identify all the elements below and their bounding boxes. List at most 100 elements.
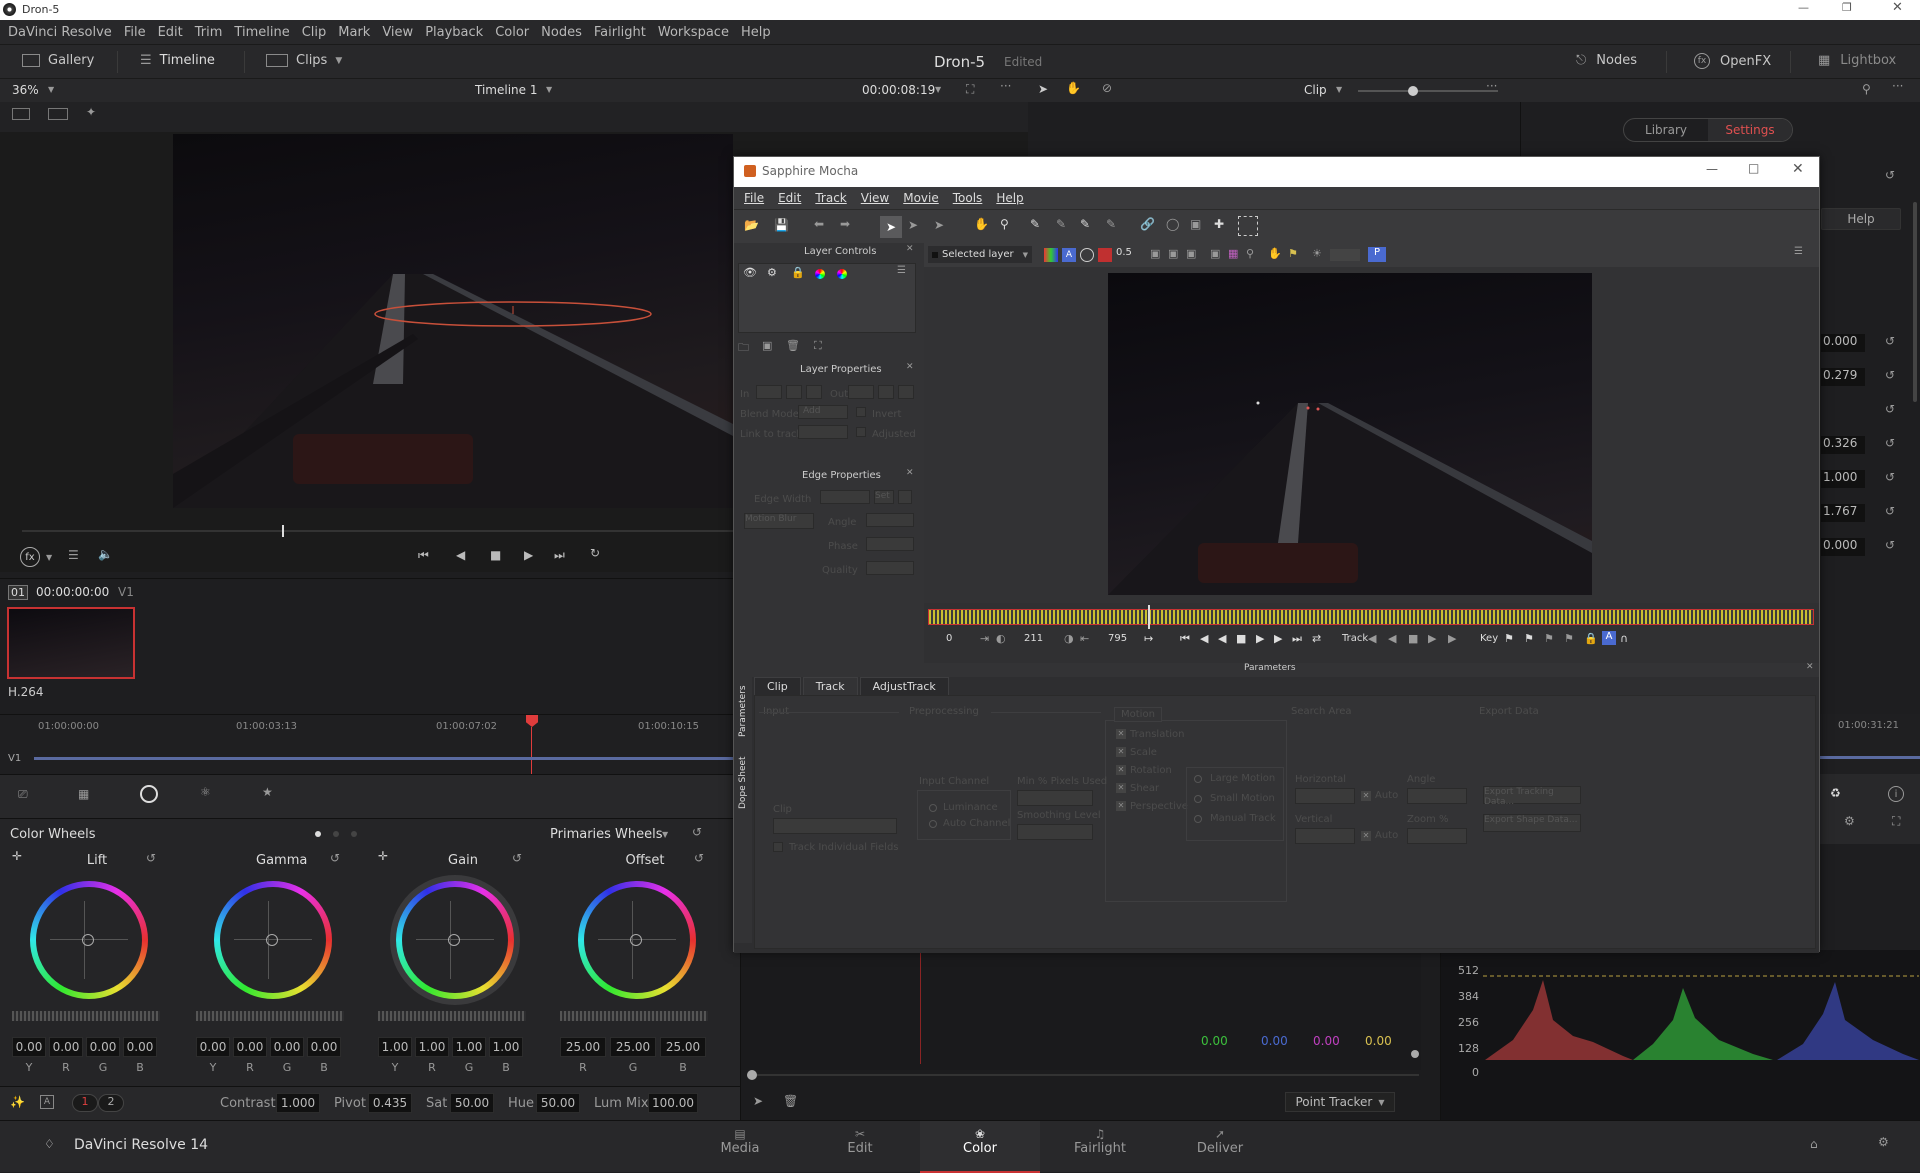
menu-item-trim[interactable]: Trim	[195, 25, 223, 40]
wheel-offset-field-1[interactable]: 25.00	[610, 1037, 656, 1057]
key-add-icon[interactable]: ⚑	[1524, 632, 1534, 645]
min-pixels-field[interactable]	[1017, 790, 1093, 806]
invert-checkbox[interactable]	[856, 407, 866, 417]
restore-button[interactable]: ❐	[1842, 1, 1852, 14]
in-set-button[interactable]	[786, 385, 802, 399]
bezier-icon[interactable]: ✎	[1080, 217, 1090, 231]
vertical-auto-checkbox[interactable]: ✕	[1361, 831, 1371, 841]
vertical-field[interactable]	[1295, 828, 1355, 844]
layer-expand-icon[interactable]: ⛶	[814, 339, 822, 353]
openfx-button[interactable]: fx OpenFX	[1694, 53, 1771, 69]
page-dot-active[interactable]	[315, 831, 321, 837]
frame-current[interactable]: 211	[1024, 633, 1043, 644]
save-icon[interactable]: 💾	[774, 218, 789, 232]
loop-icon[interactable]: ↻	[590, 546, 600, 560]
mocha-stop-icon[interactable]: ■	[1236, 632, 1246, 645]
wheel-gain-field-0[interactable]: 1.00	[378, 1037, 412, 1057]
mocha-menu-track[interactable]: Track	[815, 191, 846, 205]
layer-properties-close-icon[interactable]: ✕	[906, 362, 914, 372]
gallery-button[interactable]: Gallery	[22, 53, 94, 68]
menu-item-mark[interactable]: Mark	[338, 25, 370, 40]
eye-icon[interactable]: 👁	[743, 266, 757, 279]
volume-icon[interactable]: 🔈	[98, 547, 113, 561]
lum-mix-field[interactable]: 100.00	[648, 1093, 698, 1113]
mocha-prev-icon[interactable]: ◀	[1200, 632, 1208, 645]
motion-effects-icon[interactable]: ★	[262, 785, 273, 799]
mocha-minimize-button[interactable]: —	[1706, 162, 1718, 176]
wheel-offset-field-2[interactable]: 25.00	[660, 1037, 706, 1057]
page-dot-2[interactable]	[351, 831, 357, 837]
brightness-slider[interactable]	[1330, 249, 1360, 261]
picker-icon[interactable]: ✛	[12, 849, 22, 863]
page-tab-deliver[interactable]: ➚ Deliver	[1160, 1121, 1280, 1173]
add-xspline-icon[interactable]: ✎	[1056, 217, 1066, 231]
luminance-radio[interactable]	[929, 804, 937, 812]
view-mode-1-icon[interactable]: ▣	[1150, 247, 1160, 260]
pan-icon[interactable]: ✋	[974, 217, 989, 231]
page-2-button[interactable]: 2	[98, 1094, 124, 1112]
track-back-frame-icon[interactable]: ◀	[1388, 632, 1396, 645]
tracker-pointer-icon[interactable]: ➤	[753, 1094, 763, 1108]
wheel-lift-field-0[interactable]: 0.00	[12, 1037, 46, 1057]
menu-item-davinci-resolve[interactable]: DaVinci Resolve	[8, 25, 112, 40]
track-overlay-icon[interactable]: ⚑	[1288, 247, 1298, 260]
waveform-icon[interactable]: ♻	[1830, 786, 1841, 800]
param-tab-adjusttrack[interactable]: AdjustTrack	[859, 676, 949, 696]
wheel-gamma-field-2[interactable]: 0.00	[270, 1037, 304, 1057]
color-match-icon[interactable]: ▦	[78, 787, 89, 801]
surface-icon[interactable]	[1238, 216, 1258, 236]
wheel-gain-field-2[interactable]: 1.00	[452, 1037, 486, 1057]
menu-item-view[interactable]: View	[382, 25, 413, 40]
wheel-lift-field-2[interactable]: 0.00	[86, 1037, 120, 1057]
setting-value-1[interactable]: 0.279	[1821, 368, 1865, 386]
frame-end[interactable]: 795	[1108, 633, 1127, 644]
side-tab-parameters[interactable]: Parameters	[738, 683, 748, 737]
play-icon[interactable]: ▶	[524, 548, 533, 562]
side-tab-dope-sheet[interactable]: Dope Sheet	[738, 755, 748, 809]
out-set-button[interactable]	[898, 385, 914, 399]
link-icon[interactable]: 🔗	[1140, 217, 1155, 231]
viewer-options-icon[interactable]: ···	[1000, 79, 1011, 93]
xspline-icon[interactable]: ✎	[1030, 217, 1040, 231]
page-tab-fairlight[interactable]: ♫ Fairlight	[1040, 1121, 1160, 1173]
angle-field[interactable]	[866, 513, 914, 527]
wheel-gamma-reset-icon[interactable]: ↺	[330, 851, 340, 865]
search-icon[interactable]: ⚲	[1862, 82, 1871, 96]
motion-rotation-checkbox[interactable]: ✕	[1116, 765, 1126, 775]
auto-channel-radio[interactable]	[929, 820, 937, 828]
mocha-menu-file[interactable]: File	[744, 191, 764, 205]
wheel-gain-field-3[interactable]: 1.00	[489, 1037, 523, 1057]
quality-field[interactable]	[866, 561, 914, 575]
viewer-scrubber[interactable]	[22, 525, 742, 537]
wheel-gamma[interactable]	[214, 881, 332, 999]
key-magnet-icon[interactable]: ∩	[1620, 632, 1628, 645]
scale-icon[interactable]: ▣	[1190, 217, 1201, 231]
zoom-chevron-icon[interactable]: ▼	[48, 85, 54, 94]
mocha-maximize-button[interactable]: □	[1748, 161, 1759, 175]
motion-type-radio-0[interactable]	[1194, 775, 1202, 783]
zoom-value[interactable]: 0.5	[1116, 247, 1132, 258]
settings-scrollbar[interactable]	[1913, 202, 1917, 402]
edge-properties-close-icon[interactable]: ✕	[906, 468, 914, 478]
grid-icon[interactable]: ▦	[1228, 247, 1238, 260]
hue-field[interactable]: 50.00	[536, 1093, 580, 1113]
key-lock-icon[interactable]: 🔒	[1584, 632, 1598, 645]
timeline-button[interactable]: ☰ Timeline	[140, 53, 215, 68]
stabilize-icon[interactable]: ✋	[1268, 247, 1282, 260]
settings-reset-icon[interactable]: ↺	[1885, 168, 1895, 182]
motion-scale-checkbox[interactable]: ✕	[1116, 747, 1126, 757]
settings-tab[interactable]: Settings	[1708, 119, 1792, 141]
range-icon[interactable]: ↦	[1144, 632, 1153, 645]
edge-extra-button[interactable]	[898, 490, 912, 504]
menu-item-edit[interactable]: Edit	[158, 25, 183, 40]
scope-expand-icon[interactable]: ⛶	[1892, 814, 1900, 829]
page-dot[interactable]	[333, 831, 339, 837]
info-icon[interactable]: i	[1888, 786, 1904, 802]
wheel-gamma-master[interactable]	[196, 1011, 344, 1021]
key-next-icon[interactable]: ⚑	[1564, 632, 1574, 645]
setting-reset-icon-6[interactable]: ↺	[1885, 538, 1895, 552]
hand-icon[interactable]: ✋	[1066, 81, 1081, 95]
tracker-mode-select[interactable]: Point Tracker ▼	[1285, 1092, 1395, 1112]
out-key-button[interactable]	[878, 385, 894, 399]
wheel-lift-field-1[interactable]: 0.00	[49, 1037, 83, 1057]
